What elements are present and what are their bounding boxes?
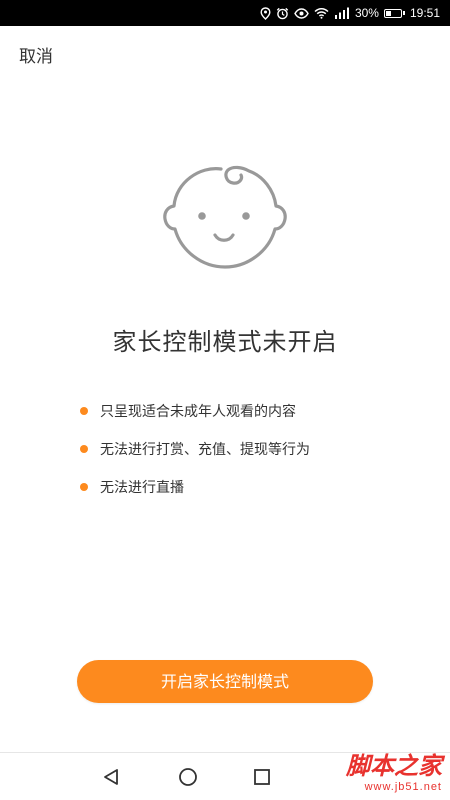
battery-percent: 30% xyxy=(354,6,379,20)
bullet-icon xyxy=(80,483,88,491)
list-item: 无法进行直播 xyxy=(80,468,310,506)
watermark-text: 脚本之家 xyxy=(346,751,442,780)
status-icons: 30% 19:51 xyxy=(260,0,440,26)
battery-icon xyxy=(383,8,405,18)
baby-face-icon xyxy=(162,162,288,274)
status-bar: 30% 19:51 xyxy=(0,0,450,26)
home-icon[interactable] xyxy=(174,763,202,791)
list-item: 无法进行打赏、充值、提现等行为 xyxy=(80,430,310,468)
rule-text: 无法进行打赏、充值、提现等行为 xyxy=(100,442,310,458)
watermark-url: www.jb51.net xyxy=(364,781,442,793)
enable-parental-control-button[interactable]: 开启家长控制模式 xyxy=(77,660,373,703)
signal-icon xyxy=(334,7,350,19)
restriction-list: 只呈现适合未成年人观看的内容 无法进行打赏、充值、提现等行为 无法进行直播 xyxy=(80,392,310,506)
alarm-icon xyxy=(276,7,289,20)
recents-icon[interactable] xyxy=(248,763,276,791)
wifi-icon xyxy=(314,7,329,19)
location-icon xyxy=(260,6,271,20)
bullet-icon xyxy=(80,407,88,415)
back-icon[interactable] xyxy=(98,763,126,791)
bullet-icon xyxy=(80,445,88,453)
page-title: 家长控制模式未开启 xyxy=(112,328,338,356)
list-item: 只呈现适合未成年人观看的内容 xyxy=(80,392,310,430)
clock-time: 19:51 xyxy=(409,6,440,20)
cancel-button[interactable]: 取消 xyxy=(19,42,53,67)
watermark-logo: 脚本之家 www.jb51.net xyxy=(312,752,442,798)
screen: 30% 19:51 取消 家长控制模式未开启 只呈现适合未成年人观看的内容 无法… xyxy=(0,0,450,800)
eye-icon xyxy=(294,7,309,19)
rule-text: 无法进行直播 xyxy=(100,480,184,496)
rule-text: 只呈现适合未成年人观看的内容 xyxy=(100,404,296,420)
